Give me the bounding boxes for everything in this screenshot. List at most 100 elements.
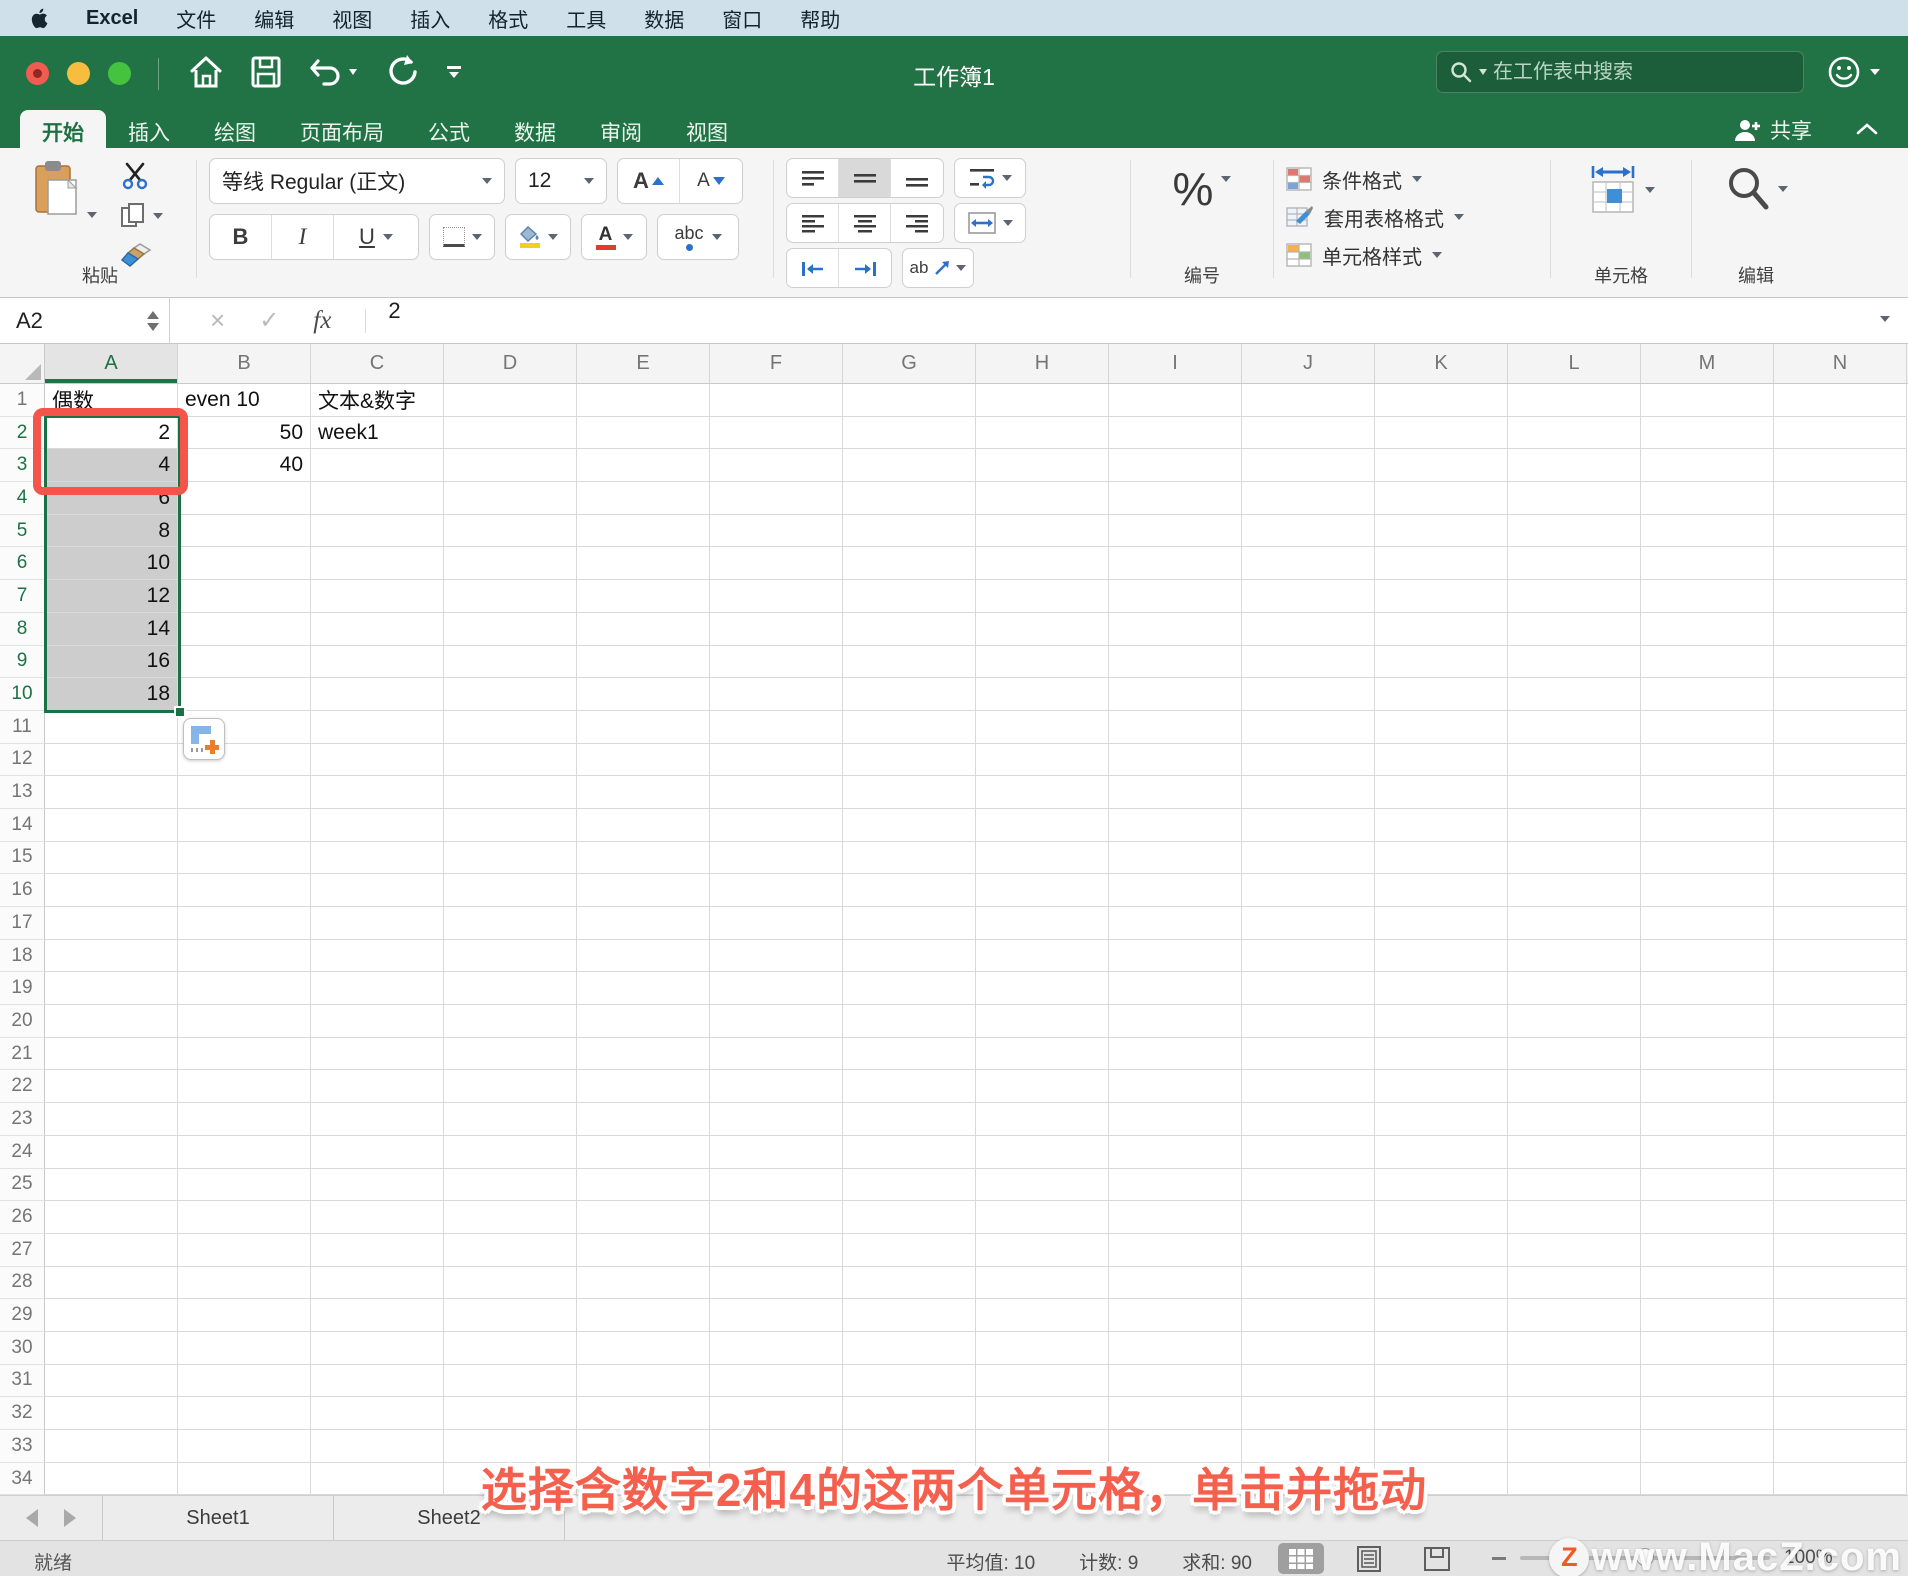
cell-L20[interactable] bbox=[1508, 1005, 1641, 1038]
formula-input[interactable]: 2 bbox=[388, 298, 400, 343]
cell-C25[interactable] bbox=[311, 1168, 444, 1202]
cell-N13[interactable] bbox=[1774, 776, 1907, 809]
collapse-ribbon-button[interactable] bbox=[1854, 120, 1880, 138]
cell-G29[interactable] bbox=[843, 1299, 976, 1332]
cell-N18[interactable] bbox=[1774, 939, 1907, 973]
cell-K5[interactable] bbox=[1375, 514, 1508, 548]
cell-G2[interactable] bbox=[843, 416, 976, 450]
cell-A16[interactable] bbox=[45, 874, 178, 907]
cell-D12[interactable] bbox=[444, 743, 577, 777]
cell-B15[interactable] bbox=[178, 841, 311, 875]
cell-K1[interactable] bbox=[1375, 384, 1508, 417]
cell-F4[interactable] bbox=[710, 482, 843, 515]
cell-H7[interactable] bbox=[976, 580, 1109, 613]
cell-E15[interactable] bbox=[577, 841, 710, 875]
cell-B10[interactable] bbox=[178, 678, 311, 711]
cell-A17[interactable] bbox=[45, 907, 178, 940]
cell-A31[interactable] bbox=[45, 1364, 178, 1398]
cell-A9[interactable]: 16 bbox=[45, 645, 178, 679]
cell-A29[interactable] bbox=[45, 1299, 178, 1332]
cell-G8[interactable] bbox=[843, 612, 976, 646]
cell-L29[interactable] bbox=[1508, 1299, 1641, 1332]
format-as-table-button[interactable]: 套用表格格式 bbox=[1286, 198, 1538, 236]
align-right-button[interactable] bbox=[891, 204, 943, 242]
wrap-text-button[interactable] bbox=[954, 158, 1026, 198]
cell-G1[interactable] bbox=[843, 384, 976, 417]
cell-B21[interactable] bbox=[178, 1037, 311, 1071]
cell-N22[interactable] bbox=[1774, 1070, 1907, 1104]
cell-I7[interactable] bbox=[1109, 580, 1242, 613]
format-as-table-caret[interactable] bbox=[1454, 214, 1464, 220]
cell-I30[interactable] bbox=[1109, 1331, 1242, 1365]
column-header-G[interactable]: G bbox=[843, 344, 976, 383]
cell-A8[interactable]: 14 bbox=[45, 612, 178, 646]
cell-J26[interactable] bbox=[1242, 1201, 1375, 1234]
cell-B23[interactable] bbox=[178, 1103, 311, 1136]
menu-item[interactable]: 数据 bbox=[644, 4, 684, 33]
number-format-caret[interactable] bbox=[1221, 176, 1232, 182]
cell-F22[interactable] bbox=[710, 1070, 843, 1104]
cell-H4[interactable] bbox=[976, 482, 1109, 515]
cell-N21[interactable] bbox=[1774, 1037, 1907, 1071]
cell-M2[interactable] bbox=[1641, 416, 1774, 450]
cell-H13[interactable] bbox=[976, 776, 1109, 809]
cell-G4[interactable] bbox=[843, 482, 976, 515]
cell-G27[interactable] bbox=[843, 1233, 976, 1267]
cell-A23[interactable] bbox=[45, 1103, 178, 1136]
cell-F32[interactable] bbox=[710, 1397, 843, 1430]
cell-B28[interactable] bbox=[178, 1266, 311, 1300]
cell-G21[interactable] bbox=[843, 1037, 976, 1071]
cell-M32[interactable] bbox=[1641, 1397, 1774, 1430]
cell-N8[interactable] bbox=[1774, 612, 1907, 646]
cells-caret[interactable] bbox=[1645, 187, 1655, 193]
auto-fill-options-button[interactable] bbox=[183, 718, 225, 760]
cell-H14[interactable] bbox=[976, 808, 1109, 842]
cell-styles-button[interactable]: 单元格样式 bbox=[1286, 236, 1538, 274]
cell-E14[interactable] bbox=[577, 808, 710, 842]
cell-N12[interactable] bbox=[1774, 743, 1907, 777]
cell-L2[interactable] bbox=[1508, 416, 1641, 450]
cell-J2[interactable] bbox=[1242, 416, 1375, 450]
cell-G14[interactable] bbox=[843, 808, 976, 842]
row-header-12[interactable]: 12 bbox=[0, 743, 45, 777]
cell-H22[interactable] bbox=[976, 1070, 1109, 1104]
cell-K32[interactable] bbox=[1375, 1397, 1508, 1430]
cell-N1[interactable] bbox=[1774, 384, 1907, 417]
cell-I28[interactable] bbox=[1109, 1266, 1242, 1300]
cell-I19[interactable] bbox=[1109, 972, 1242, 1006]
cell-I14[interactable] bbox=[1109, 808, 1242, 842]
cell-D15[interactable] bbox=[444, 841, 577, 875]
cell-K18[interactable] bbox=[1375, 939, 1508, 973]
cell-D22[interactable] bbox=[444, 1070, 577, 1104]
cell-C2[interactable]: week1 bbox=[311, 416, 444, 450]
cell-G31[interactable] bbox=[843, 1364, 976, 1398]
ribbon-tab-数据[interactable]: 数据 bbox=[492, 110, 578, 148]
cell-M29[interactable] bbox=[1641, 1299, 1774, 1332]
cell-L8[interactable] bbox=[1508, 612, 1641, 646]
cell-F16[interactable] bbox=[710, 874, 843, 907]
cell-N15[interactable] bbox=[1774, 841, 1907, 875]
column-header-K[interactable]: K bbox=[1375, 344, 1508, 383]
cell-styles-caret[interactable] bbox=[1432, 252, 1442, 258]
cell-J10[interactable] bbox=[1242, 678, 1375, 711]
menu-item[interactable]: 文件 bbox=[176, 4, 216, 33]
cell-C9[interactable] bbox=[311, 645, 444, 679]
ribbon-tab-绘图[interactable]: 绘图 bbox=[192, 110, 278, 148]
menu-item[interactable]: 帮助 bbox=[800, 4, 840, 33]
cell-I20[interactable] bbox=[1109, 1005, 1242, 1038]
cell-M6[interactable] bbox=[1641, 547, 1774, 581]
cell-I29[interactable] bbox=[1109, 1299, 1242, 1332]
cell-C13[interactable] bbox=[311, 776, 444, 809]
paste-caret[interactable] bbox=[86, 212, 97, 218]
cell-A19[interactable] bbox=[45, 972, 178, 1006]
cell-B20[interactable] bbox=[178, 1005, 311, 1038]
cell-M10[interactable] bbox=[1641, 678, 1774, 711]
cell-M7[interactable] bbox=[1641, 580, 1774, 613]
align-bottom-button[interactable] bbox=[891, 159, 943, 197]
cell-M17[interactable] bbox=[1641, 907, 1774, 940]
column-header-D[interactable]: D bbox=[444, 344, 577, 383]
search-input[interactable] bbox=[1493, 60, 1763, 84]
cell-M30[interactable] bbox=[1641, 1331, 1774, 1365]
cell-A22[interactable] bbox=[45, 1070, 178, 1104]
row-header-9[interactable]: 9 bbox=[0, 645, 45, 679]
